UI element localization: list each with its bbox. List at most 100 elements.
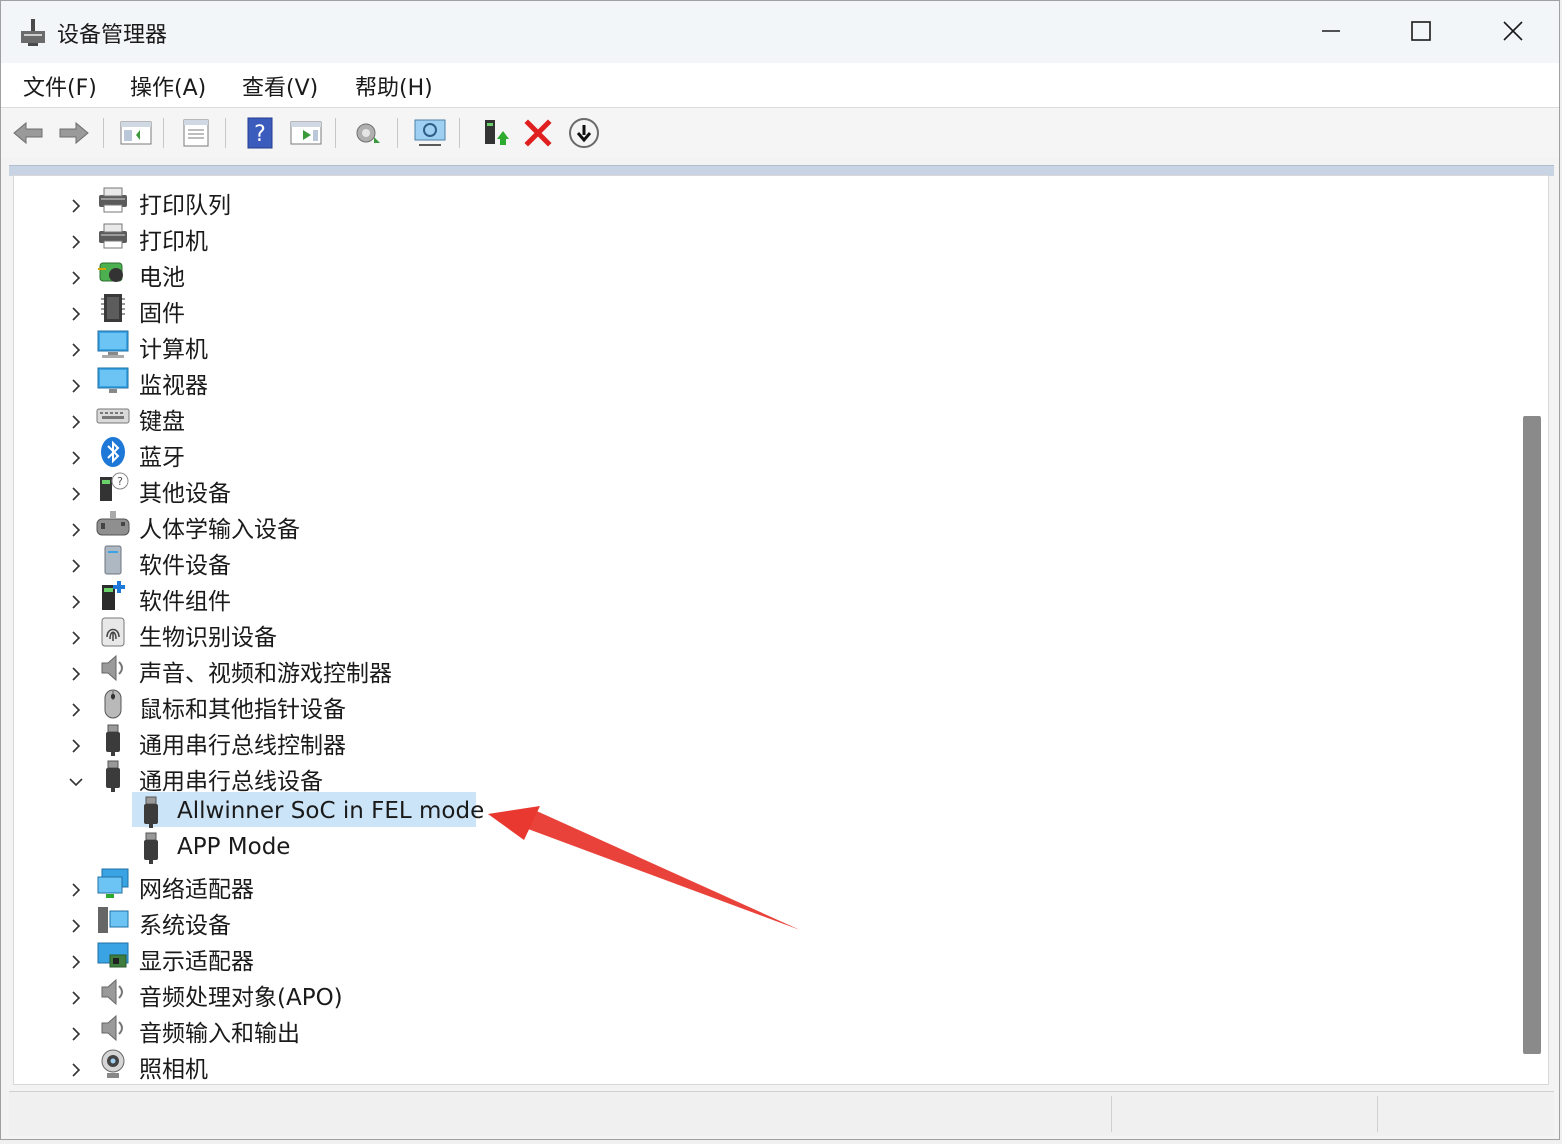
expand-chevron-down-icon[interactable] (69, 769, 83, 787)
expand-chevron-right-icon[interactable] (69, 553, 83, 573)
expand-chevron-right-icon[interactable] (69, 985, 83, 1005)
tree-item-label: 电池 (139, 265, 185, 291)
tree-item-label: 人体学输入设备 (139, 517, 300, 543)
firmware-icon (96, 291, 130, 325)
usb-icon (96, 723, 130, 757)
back-button[interactable] (11, 116, 45, 150)
tree-device[interactable]: Allwinner SoC in FEL mode (14, 794, 1514, 830)
display-adapter-icon (96, 939, 130, 973)
tree-category[interactable]: 蓝牙 (14, 434, 1514, 471)
tree-category[interactable]: 电池 (14, 254, 1514, 291)
expand-chevron-right-icon[interactable] (69, 877, 83, 897)
tree-category[interactable]: 打印队列 (14, 182, 1514, 219)
monitor-icon (96, 363, 130, 397)
print-queue-icon (96, 183, 130, 217)
tree-category[interactable]: 生物识别设备 (14, 614, 1514, 651)
forward-button[interactable] (57, 116, 91, 150)
tree-category[interactable]: 通用串行总线控制器 (14, 722, 1514, 759)
expand-chevron-right-icon[interactable] (69, 733, 83, 753)
tree-category[interactable]: 音频输入和输出 (14, 1010, 1514, 1047)
tree-item-label: 键盘 (139, 409, 185, 435)
tree-device[interactable]: APP Mode (14, 830, 1514, 866)
show-hide-tree-icon (120, 121, 152, 145)
tree-item-label: 生物识别设备 (139, 625, 277, 651)
tree-category[interactable]: 网络适配器 (14, 866, 1514, 903)
tree-item-label: 显示适配器 (139, 949, 254, 975)
tree-item-label: 通用串行总线控制器 (139, 733, 346, 759)
tree-category[interactable]: 监视器 (14, 362, 1514, 399)
other-devices-icon: ? (96, 471, 130, 505)
menu-help[interactable]: 帮助(H) (355, 70, 433, 102)
tree-category[interactable]: 显示适配器 (14, 938, 1514, 975)
forward-icon (59, 121, 89, 145)
tree-category[interactable]: 音频处理对象(APO) (14, 974, 1514, 1011)
expand-chevron-right-icon[interactable] (69, 949, 83, 969)
tree-item-label: 音频处理对象(APO) (139, 985, 343, 1011)
expand-chevron-right-icon[interactable] (69, 589, 83, 609)
expand-chevron-right-icon[interactable] (69, 445, 83, 465)
battery-icon (96, 255, 130, 289)
tree-category[interactable]: 照相机 (14, 1046, 1514, 1083)
menu-file[interactable]: 文件(F) (23, 70, 97, 102)
vertical-scrollbar-thumb[interactable] (1523, 416, 1541, 1054)
menu-action[interactable]: 操作(A) (130, 70, 206, 102)
toolbar-separator (163, 118, 164, 148)
system-icon (96, 903, 130, 937)
tree-category[interactable]: 软件组件 (14, 578, 1514, 615)
display-button[interactable] (413, 116, 447, 150)
disable-button[interactable] (567, 116, 601, 150)
expand-chevron-right-icon[interactable] (69, 193, 83, 213)
tree-item-label: 其他设备 (139, 481, 231, 507)
tree-category[interactable]: 人体学输入设备 (14, 506, 1514, 543)
tree-category[interactable]: 系统设备 (14, 902, 1514, 939)
tree-category[interactable]: 键盘 (14, 398, 1514, 435)
update-driver-icon (485, 120, 509, 145)
close-button[interactable] (1473, 9, 1553, 53)
audio-icon (96, 1011, 130, 1045)
expand-chevron-right-icon[interactable] (69, 409, 83, 429)
run-button[interactable] (289, 116, 323, 150)
tree-category[interactable]: ? 其他设备 (14, 470, 1514, 507)
menu-view[interactable]: 查看(V) (242, 70, 318, 102)
show-hide-tree-button[interactable] (119, 116, 153, 150)
back-icon (13, 121, 43, 145)
display-icon (414, 119, 446, 146)
update-driver-button[interactable] (477, 116, 511, 150)
expand-chevron-right-icon[interactable] (69, 913, 83, 933)
scan-hardware-button[interactable] (351, 116, 385, 150)
tree-category[interactable]: 打印机 (14, 218, 1514, 255)
toolbar: ? (1, 108, 1559, 158)
expand-chevron-right-icon[interactable] (69, 517, 83, 537)
minimize-button[interactable] (1291, 9, 1371, 53)
tree-item-label: 计算机 (139, 337, 208, 363)
expand-chevron-right-icon[interactable] (69, 301, 83, 321)
expand-chevron-right-icon[interactable] (69, 481, 83, 501)
properties-icon (183, 119, 209, 147)
computer-icon (96, 327, 130, 361)
properties-button[interactable] (179, 116, 213, 150)
tree-category[interactable]: 固件 (14, 290, 1514, 327)
maximize-button[interactable] (1381, 9, 1461, 53)
keyboard-icon (96, 399, 130, 433)
run-icon (290, 121, 322, 145)
tree-item-label: 打印队列 (139, 193, 231, 219)
tree-category[interactable]: 通用串行总线设备 (14, 758, 1514, 795)
help-button[interactable]: ? (243, 116, 277, 150)
expand-chevron-right-icon[interactable] (69, 1057, 83, 1077)
expand-chevron-right-icon[interactable] (69, 625, 83, 645)
tree-category[interactable]: 计算机 (14, 326, 1514, 363)
expand-chevron-right-icon[interactable] (69, 337, 83, 357)
device-manager-app-icon (21, 19, 45, 46)
tree-category[interactable]: 鼠标和其他指针设备 (14, 686, 1514, 723)
expand-chevron-right-icon[interactable] (69, 697, 83, 717)
expand-chevron-right-icon[interactable] (69, 373, 83, 393)
uninstall-button[interactable] (521, 116, 555, 150)
tree-item-label: 固件 (139, 301, 185, 327)
expand-chevron-right-icon[interactable] (69, 1021, 83, 1041)
device-tree[interactable]: 打印队列 打印机电池固件计算机 监视器键盘 蓝牙? 其他设备人体学输入设备 软件设备 软件组… (13, 175, 1549, 1085)
tree-category[interactable]: 声音、视频和游戏控制器 (14, 650, 1514, 687)
tree-category[interactable]: 软件设备 (14, 542, 1514, 579)
expand-chevron-right-icon[interactable] (69, 661, 83, 681)
expand-chevron-right-icon[interactable] (69, 229, 83, 249)
expand-chevron-right-icon[interactable] (69, 265, 83, 285)
